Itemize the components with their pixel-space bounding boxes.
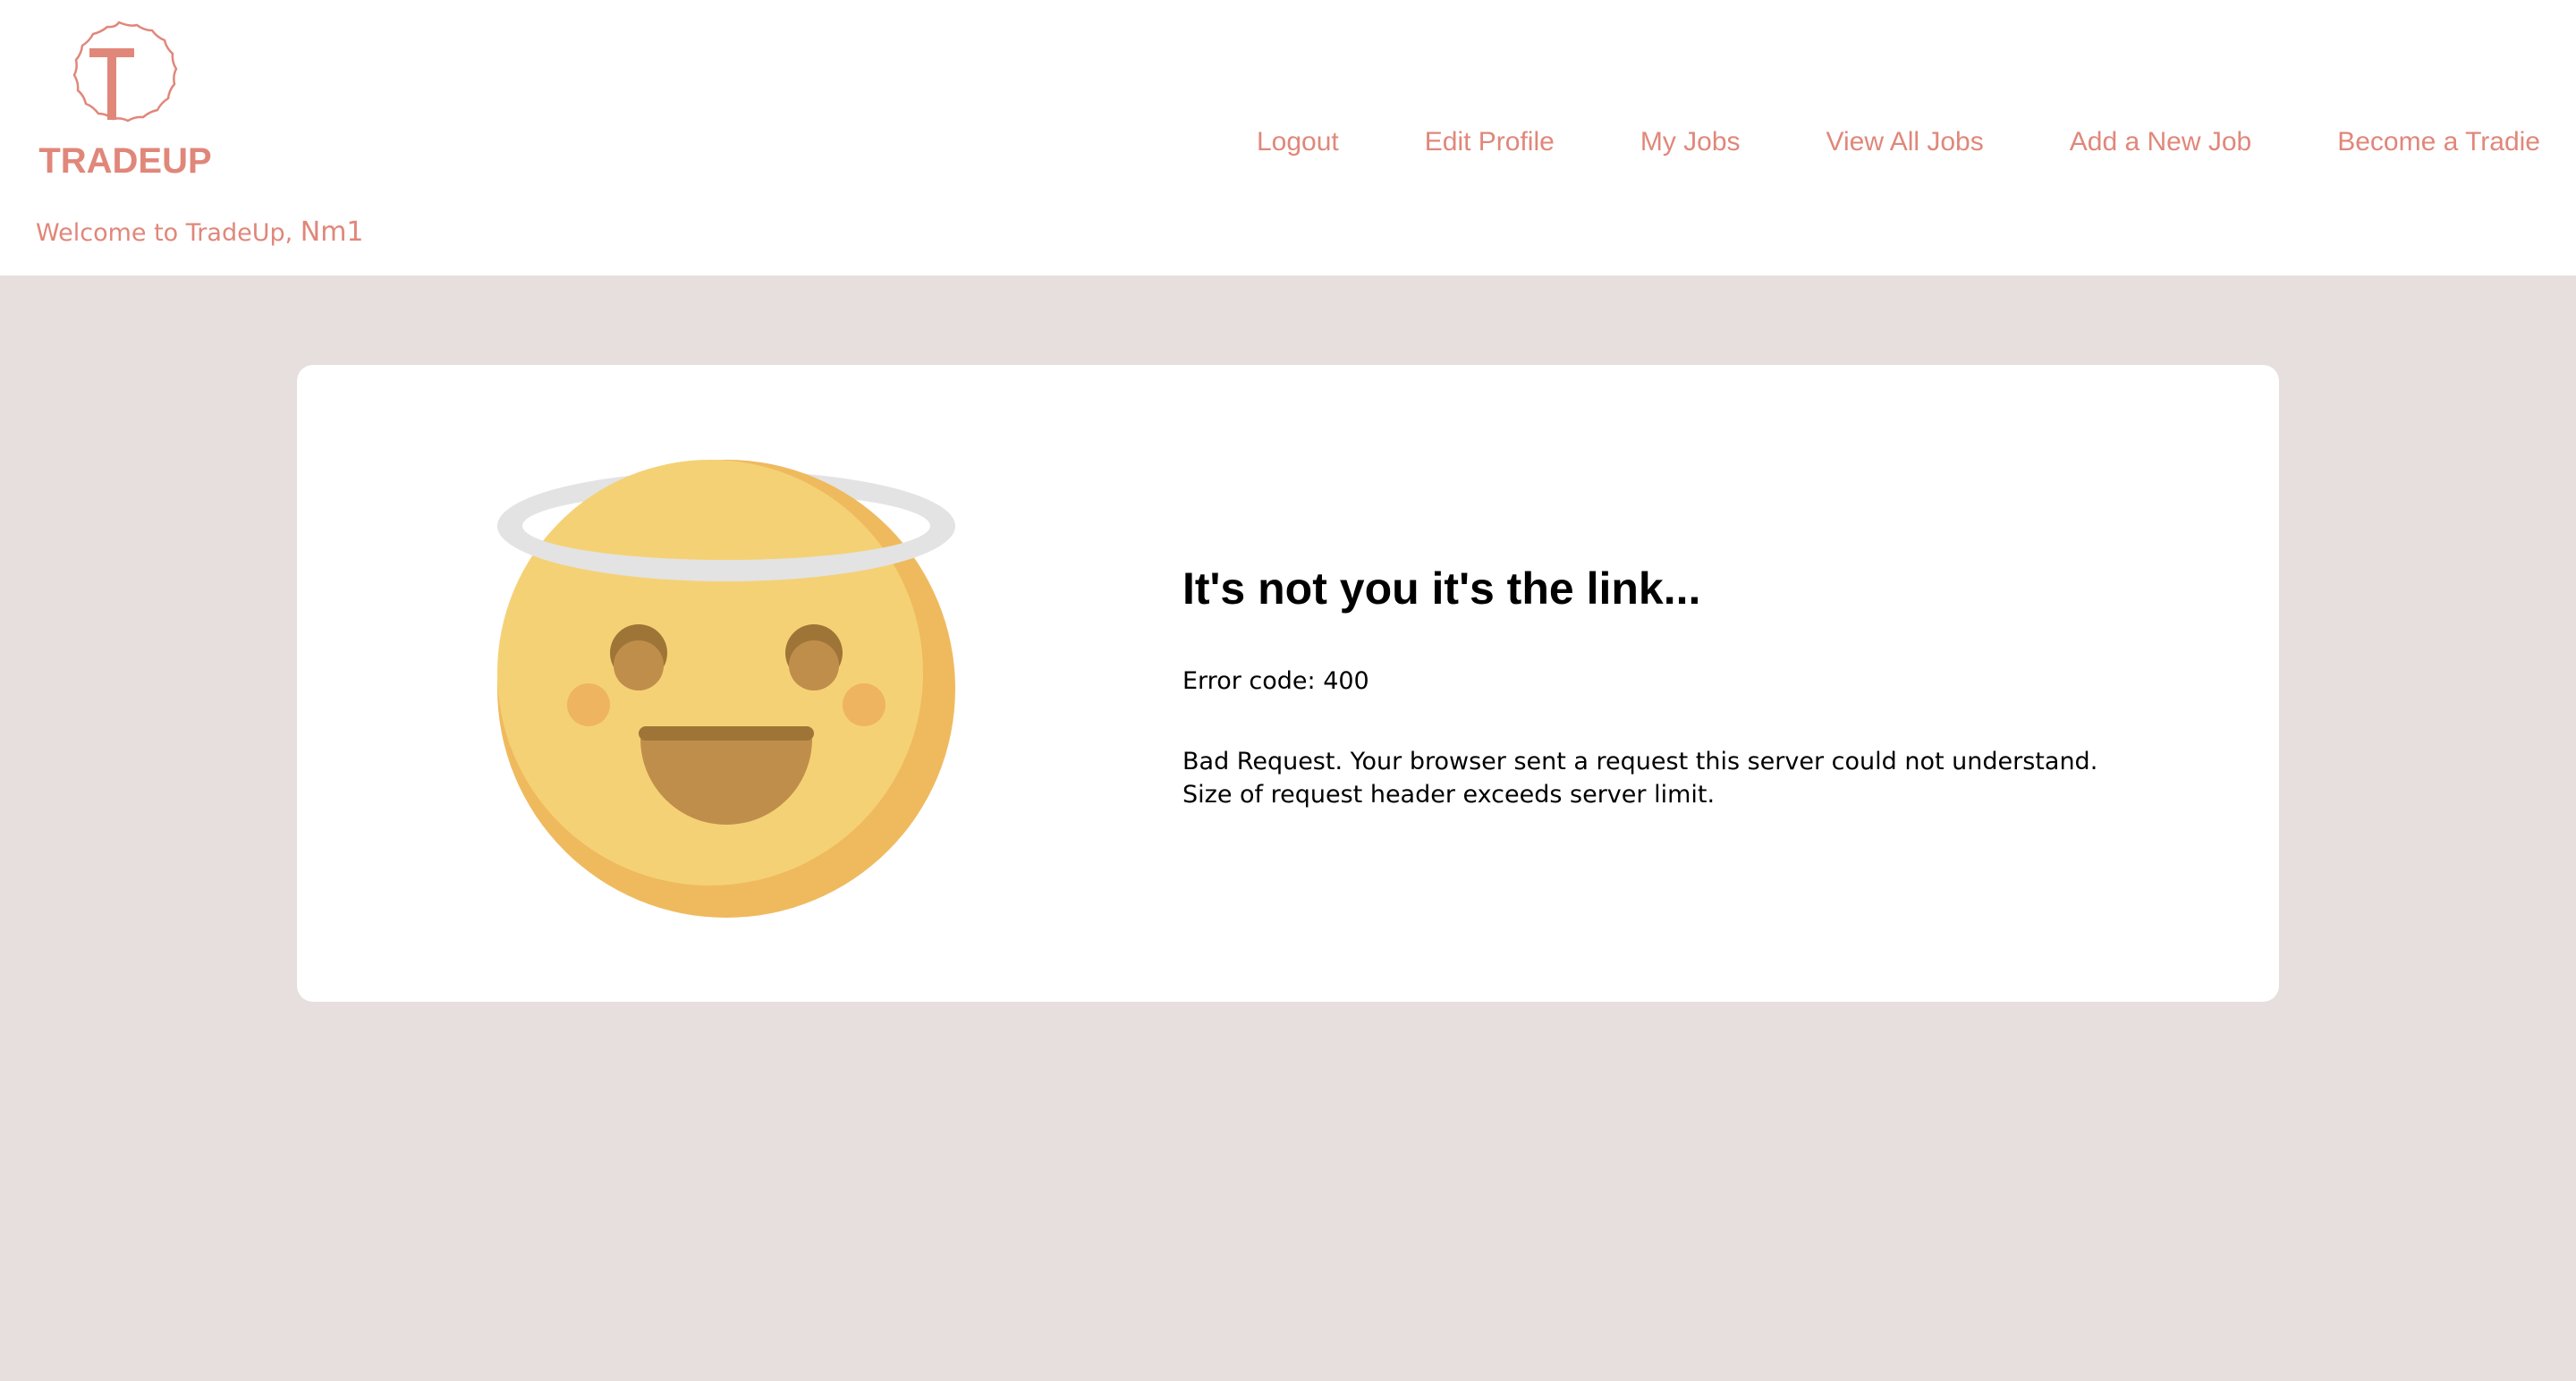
error-description-line1: Bad Request. Your browser sent a request… xyxy=(1182,747,2098,775)
main-nav: Logout Edit Profile My Jobs View All Job… xyxy=(1257,127,2540,157)
brand-wordmark: TRADEUP xyxy=(38,141,211,181)
nav-view-all-jobs[interactable]: View All Jobs xyxy=(1826,127,1984,157)
nav-my-jobs[interactable]: My Jobs xyxy=(1640,127,1741,157)
error-code: Error code: 400 xyxy=(1182,666,1369,695)
nav-add-new-job[interactable]: Add a New Job xyxy=(2070,127,2251,157)
error-message: It's not you it's the link... Error code… xyxy=(1182,563,2211,811)
error-description-line2: Size of request header exceeds server li… xyxy=(1182,780,1716,809)
error-description: Bad Request. Your browser sent a request… xyxy=(1182,745,2211,811)
welcome-message: Welcome to TradeUp, Nm1 xyxy=(36,216,364,248)
nav-become-tradie[interactable]: Become a Tradie xyxy=(2337,127,2540,157)
nav-logout[interactable]: Logout xyxy=(1257,127,1339,157)
halo-emoji-illustration xyxy=(496,453,961,919)
tradeup-logo[interactable]: TRADEUP xyxy=(36,16,215,186)
logo-icon: TRADEUP xyxy=(38,21,212,181)
site-header: TRADEUP Welcome to TradeUp, Nm1 Logout E… xyxy=(0,0,2576,275)
error-title: It's not you it's the link... xyxy=(1182,563,1701,614)
welcome-prefix: Welcome to TradeUp, xyxy=(36,219,301,247)
error-card: It's not you it's the link... Error code… xyxy=(297,365,2279,1002)
smiling-face-with-halo-icon xyxy=(497,460,955,918)
nav-edit-profile[interactable]: Edit Profile xyxy=(1425,127,1555,157)
welcome-username: Nm1 xyxy=(300,216,364,248)
